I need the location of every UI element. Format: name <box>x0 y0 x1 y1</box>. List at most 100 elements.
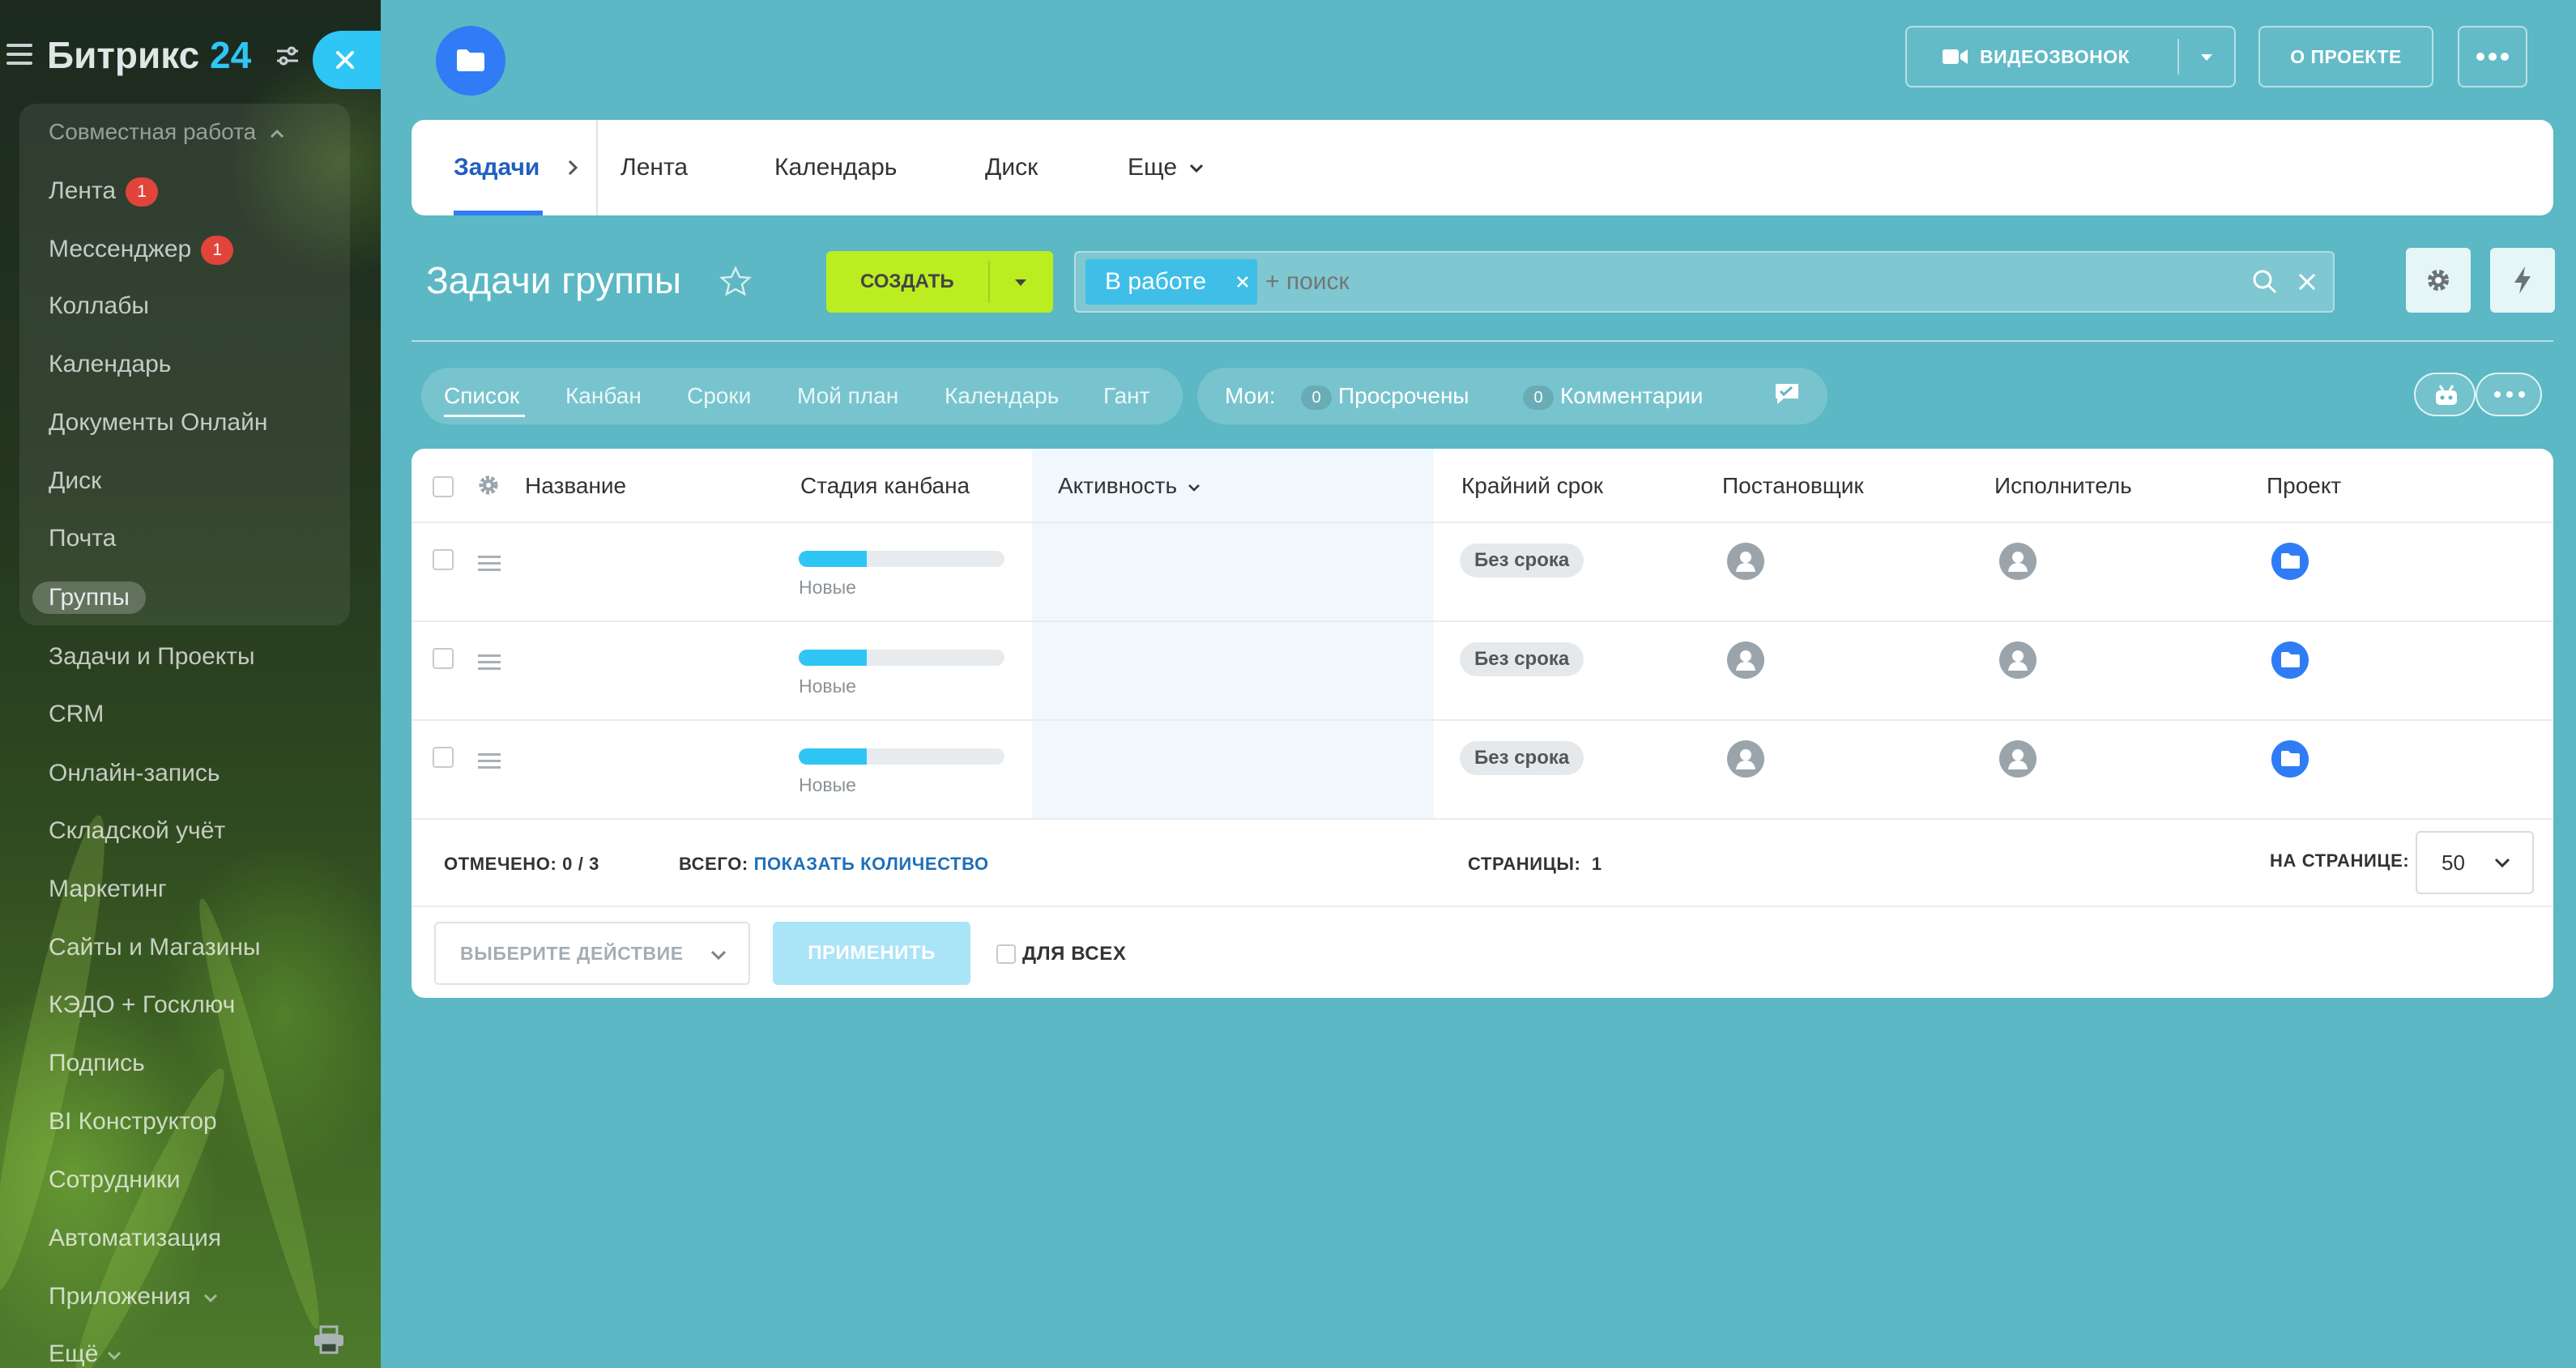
user-avatar[interactable] <box>1727 740 1764 778</box>
sidebar-item-bi[interactable]: BI Конструктор <box>49 1106 217 1138</box>
star-icon[interactable] <box>719 266 752 296</box>
project-icon[interactable] <box>2271 543 2309 580</box>
sidebar-item-calendar[interactable]: Календарь <box>49 348 171 381</box>
sidebar-item-crm[interactable]: CRM <box>49 698 104 731</box>
close-slider-button[interactable] <box>313 31 381 89</box>
sidebar-item-booking[interactable]: Онлайн-запись <box>49 757 220 790</box>
sidebar-item-employees[interactable]: Сотрудники <box>49 1164 181 1196</box>
sidebar-item-sites[interactable]: Сайты и Магазины <box>49 931 260 964</box>
for-all-label[interactable]: ДЛЯ ВСЕХ <box>1022 943 1126 965</box>
user-avatar[interactable] <box>1727 641 1764 679</box>
sidebar-item-groups[interactable]: Группы <box>32 582 146 614</box>
sidebar-item-automation[interactable]: Автоматизация <box>49 1222 221 1255</box>
project-icon[interactable] <box>2271 641 2309 679</box>
column-header-assignee[interactable]: Исполнитель <box>1994 449 2132 523</box>
view-more-button[interactable] <box>2476 373 2542 416</box>
more-actions-button[interactable] <box>2458 26 2527 87</box>
sidebar-item-apps[interactable]: Приложения <box>49 1281 219 1313</box>
chevron-down-icon[interactable] <box>2199 52 2215 63</box>
comments-read-icon[interactable] <box>1772 381 1802 408</box>
gear-icon[interactable] <box>476 473 501 497</box>
for-all-checkbox[interactable] <box>996 944 1016 964</box>
column-header-creator[interactable]: Постановщик <box>1722 449 1864 523</box>
android-robot-button[interactable] <box>2414 373 2476 416</box>
settings-sliders-icon[interactable] <box>275 45 300 66</box>
create-button[interactable]: СОЗДАТЬ <box>826 251 1053 313</box>
deadline-badge[interactable]: Без срока <box>1460 543 1584 577</box>
apply-button[interactable]: ПРИМЕНИТЬ <box>773 922 970 985</box>
column-header-project[interactable]: Проект <box>2267 449 2341 523</box>
view-deadlines[interactable]: Сроки <box>687 377 751 415</box>
tab-tasks[interactable]: Задачи <box>454 120 540 215</box>
stage-progress[interactable] <box>799 748 1004 765</box>
column-header-stage[interactable]: Стадия канбана <box>800 449 970 523</box>
project-icon[interactable] <box>2271 740 2309 778</box>
column-header-activity[interactable]: Активность <box>1058 449 1201 523</box>
row-menu-icon[interactable] <box>478 556 501 572</box>
table-row[interactable]: Новые Без срока <box>412 523 2553 620</box>
row-menu-icon[interactable] <box>478 753 501 769</box>
project-avatar[interactable] <box>436 26 505 96</box>
search-icon[interactable] <box>2252 269 2278 295</box>
deadline-badge[interactable]: Без срока <box>1460 741 1584 775</box>
sidebar-item-kedo[interactable]: КЭДО + Госключ <box>49 989 235 1021</box>
column-header-name[interactable]: Название <box>525 449 626 523</box>
action-select[interactable]: ВЫБЕРИТЕ ДЕЙСТВИЕ <box>434 922 750 985</box>
row-checkbox[interactable] <box>433 648 454 669</box>
view-my-plan[interactable]: Мой план <box>797 377 898 415</box>
videocall-button[interactable]: ВИДЕОЗВОНОК <box>1905 26 2236 87</box>
printer-icon[interactable] <box>313 1325 345 1354</box>
about-project-button[interactable]: О ПРОЕКТЕ <box>2258 26 2433 87</box>
clear-search-icon[interactable] <box>2297 272 2317 292</box>
row-menu-icon[interactable] <box>478 654 501 671</box>
row-checkbox[interactable] <box>433 747 454 768</box>
sidebar-item-collabs[interactable]: Коллабы <box>49 290 149 322</box>
show-count-link[interactable]: ПОКАЗАТЬ КОЛИЧЕСТВО <box>754 854 989 874</box>
sidebar-group-title[interactable]: Совместная работа <box>49 116 285 148</box>
search-input[interactable] <box>1265 259 1670 305</box>
menu-icon[interactable] <box>6 44 32 65</box>
view-kanban[interactable]: Канбан <box>565 377 642 415</box>
tab-more[interactable]: Еще <box>1128 120 1205 215</box>
sidebar-item-marketing[interactable]: Маркетинг <box>49 873 167 906</box>
sidebar-item-docs-online[interactable]: Документы Онлайн <box>49 407 267 439</box>
counter-comments[interactable]: 0 Комментарии <box>1523 377 1703 415</box>
page-link[interactable]: 1 <box>1592 854 1602 874</box>
counter-overdue[interactable]: 0 Просрочены <box>1301 377 1469 415</box>
tab-feed[interactable]: Лента <box>621 120 688 215</box>
sidebar-item-disk[interactable]: Диск <box>49 465 101 497</box>
settings-button[interactable] <box>2406 248 2471 313</box>
sidebar-item-messenger[interactable]: Мессенджер 1 <box>49 233 234 266</box>
sidebar-item-sign[interactable]: Подпись <box>49 1047 145 1080</box>
close-icon[interactable] <box>1236 275 1249 288</box>
user-avatar[interactable] <box>1999 641 2036 679</box>
filter-search-box[interactable]: В работе <box>1074 251 2335 313</box>
sidebar-item-inventory[interactable]: Складской учёт <box>49 815 225 847</box>
sidebar-item-tasks[interactable]: Задачи и Проекты <box>49 641 255 673</box>
sidebar-item-feed[interactable]: Лента 1 <box>49 175 159 207</box>
view-gantt[interactable]: Гант <box>1103 377 1149 415</box>
robots-button[interactable] <box>2490 248 2555 313</box>
sidebar-item-mail[interactable]: Почта <box>49 522 116 555</box>
user-avatar[interactable] <box>1999 740 2036 778</box>
view-list[interactable]: Список <box>444 377 519 415</box>
tab-calendar[interactable]: Календарь <box>774 120 897 215</box>
stage-progress[interactable] <box>799 650 1004 666</box>
filter-chip[interactable]: В работе <box>1085 259 1257 305</box>
per-page-select[interactable]: 50 <box>2416 831 2534 894</box>
user-avatar[interactable] <box>1727 543 1764 580</box>
row-checkbox[interactable] <box>433 549 454 570</box>
tab-disk[interactable]: Диск <box>985 120 1038 215</box>
user-avatar[interactable] <box>1999 543 2036 580</box>
deadline-badge[interactable]: Без срока <box>1460 642 1584 676</box>
view-calendar[interactable]: Календарь <box>945 377 1059 415</box>
chevron-down-icon[interactable] <box>1013 277 1029 288</box>
logo[interactable]: Битрикс 24 <box>47 32 251 78</box>
sidebar-item-more[interactable]: Ещё <box>49 1338 122 1368</box>
table-row[interactable]: Новые Без срока <box>412 721 2553 818</box>
stage-progress[interactable] <box>799 551 1004 567</box>
select-all-checkbox[interactable] <box>433 476 454 497</box>
column-header-deadline[interactable]: Крайний срок <box>1461 449 1603 523</box>
stage-progress-fill <box>799 551 867 567</box>
table-row[interactable]: Новые Без срока <box>412 622 2553 719</box>
